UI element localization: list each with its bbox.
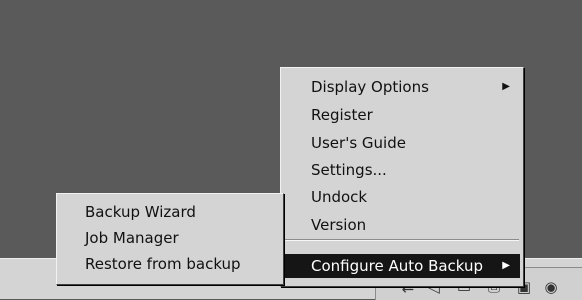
submenu-item-label: Backup Wizard	[85, 203, 196, 221]
menu-item-register[interactable]: Register	[284, 103, 520, 127]
menu-item-label: Undock	[311, 188, 368, 206]
submenu-item-job-manager[interactable]: Job Manager	[60, 226, 280, 250]
menu-item-settings[interactable]: Settings...	[284, 158, 520, 182]
menu-item-display-options[interactable]: Display Options ▶	[284, 75, 520, 99]
menu-item-undock[interactable]: Undock	[284, 185, 520, 209]
menu-item-label: Register	[311, 106, 373, 124]
submenu-item-restore-from-backup[interactable]: Restore from backup	[60, 252, 280, 276]
app-icon[interactable]: ◉	[541, 278, 561, 296]
submenu-item-label: Job Manager	[85, 229, 179, 247]
submenu-item-label: Restore from backup	[85, 255, 241, 273]
menu-item-label: Version	[311, 216, 367, 234]
menu-item-label: Settings...	[311, 161, 387, 179]
menu-item-configure-auto-backup[interactable]: Configure Auto Backup ▶	[284, 254, 520, 278]
menu-item-version[interactable]: Version	[284, 213, 520, 237]
tray-context-menu: Display Options ▶ Register User's Guide …	[280, 67, 524, 287]
menu-item-label: User's Guide	[311, 134, 406, 152]
submenu-item-backup-wizard[interactable]: Backup Wizard	[60, 200, 280, 224]
submenu-arrow-icon: ▶	[502, 81, 510, 92]
menu-separator	[285, 239, 519, 241]
submenu-arrow-icon: ▶	[502, 260, 510, 271]
menu-item-label: Configure Auto Backup	[311, 257, 484, 275]
menu-item-users-guide[interactable]: User's Guide	[284, 131, 520, 155]
menu-item-label: Display Options	[311, 78, 429, 96]
auto-backup-submenu: Backup Wizard Job Manager Restore from b…	[56, 193, 284, 285]
